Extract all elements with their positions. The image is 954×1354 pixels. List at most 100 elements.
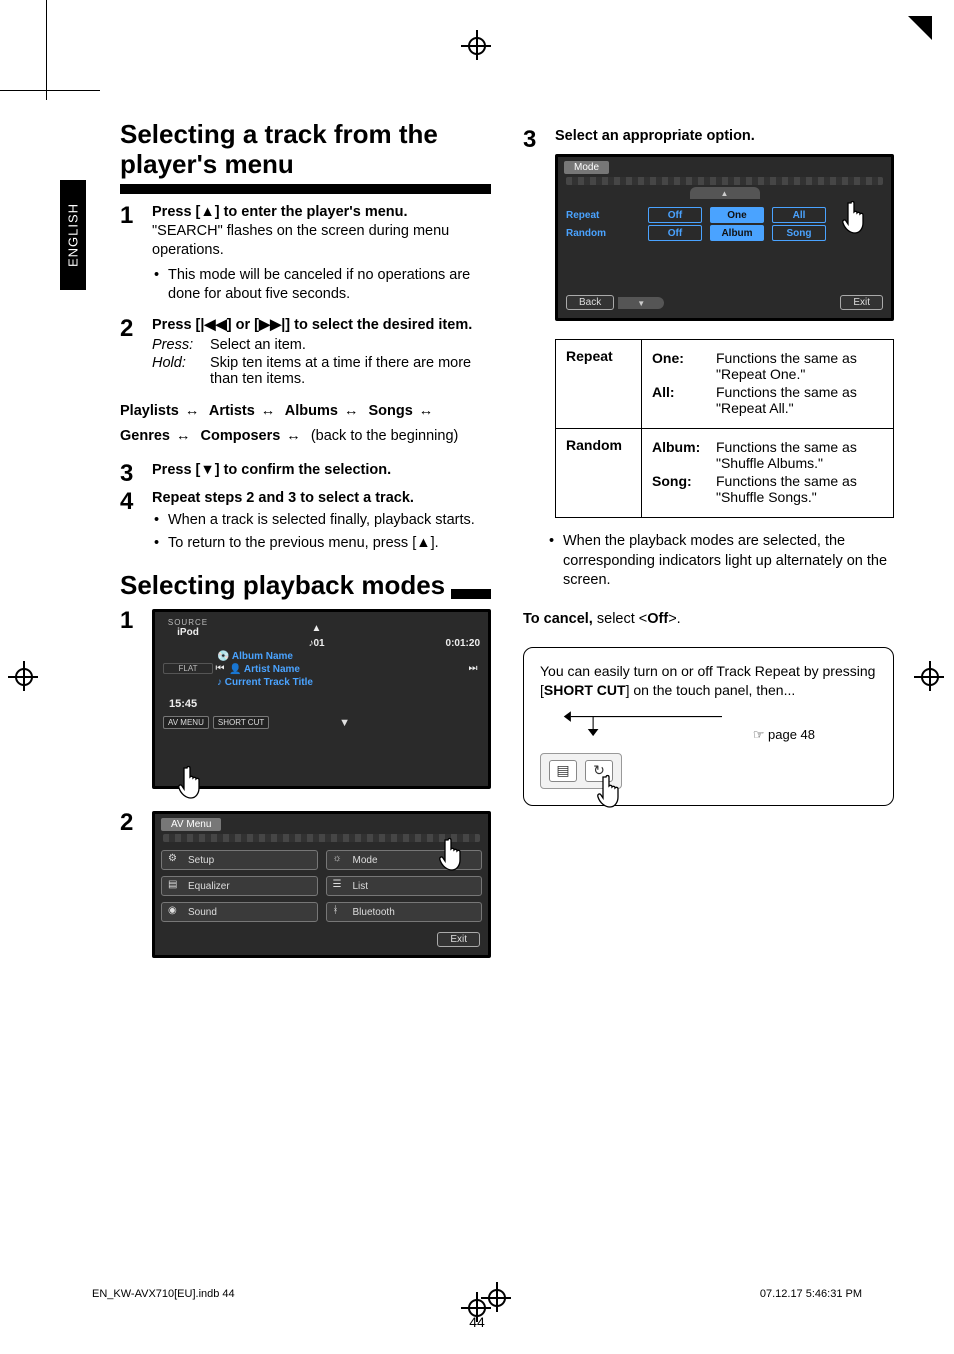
hold-text: Skip ten items at a time if there are mo… — [210, 355, 491, 387]
option-song[interactable]: Song — [772, 225, 826, 241]
crop-mark-vertical — [46, 0, 47, 100]
hold-definition: Hold:Skip ten items at a time if there a… — [152, 355, 491, 387]
av-menu-title: AV Menu — [161, 818, 221, 831]
step4-title: Repeat steps 2 and 3 to select a track. — [152, 490, 491, 506]
menu-item-sound[interactable]: ◉Sound — [161, 902, 318, 922]
registration-mark-top — [467, 36, 487, 56]
registration-mark-right — [920, 667, 940, 687]
menu-item-list[interactable]: ☰List — [326, 876, 483, 896]
footer-timestamp: 07.12.17 5:46:31 PM — [760, 1288, 862, 1308]
table-cell: Functions the same as "Repeat One." — [716, 350, 883, 382]
shortcut-button[interactable]: SHORT CUT — [213, 716, 269, 729]
step1-title: Press [▲] to enter the player's menu. — [152, 204, 491, 220]
menu-navigation-chain: Playlists↔ Artists↔ Albums↔ Songs↔ Genre… — [120, 399, 491, 448]
sound-icon: ◉ — [168, 905, 182, 919]
step2-title: Press [|◀◀] or [▶▶|] to select the desir… — [152, 317, 491, 333]
gear-icon: ⚙ — [168, 853, 182, 867]
source-label: SOURCE — [163, 618, 213, 627]
language-tab: ENGLISH — [60, 180, 86, 290]
page-reference: ☞ page 48 — [753, 726, 815, 744]
row-label-repeat: Repeat — [566, 210, 644, 221]
registration-mark-footer — [487, 1288, 507, 1308]
exit-button[interactable]: Exit — [840, 295, 883, 310]
registration-mark-left — [14, 667, 34, 687]
menu-item-equalizer[interactable]: ▤Equalizer — [161, 876, 318, 896]
page-number: 44 — [0, 1314, 954, 1330]
step4-bullet: To return to the previous menu, press [▲… — [152, 534, 491, 554]
menu-item-mode[interactable]: ☼Mode — [326, 850, 483, 870]
av-menu-button[interactable]: AV MENU — [163, 716, 209, 729]
press-definition: Press:Select an item. — [152, 337, 491, 353]
down-tab-icon[interactable] — [618, 297, 664, 309]
up-tab-icon[interactable] — [690, 187, 760, 199]
right-step3-title: Select an appropriate option. — [555, 128, 894, 144]
step-number: 3 — [120, 460, 133, 488]
touch-hand-icon — [173, 762, 213, 802]
shortcut-hint-box: You can easily turn on or off Track Repe… — [523, 647, 894, 806]
step-number: 2 — [120, 809, 133, 837]
step4-bullet: When a track is selected finally, playba… — [152, 511, 491, 531]
left-column: Selecting a track from the player's menu… — [120, 120, 491, 970]
heading-bar-icon — [120, 184, 491, 194]
step-number: 3 — [523, 126, 536, 154]
down-arrow-icon[interactable] — [339, 717, 350, 729]
player-screen[interactable]: SOURCE iPod ♪01 0:01:20 💿 Album Name — [152, 609, 491, 789]
mode-screen[interactable]: Mode Repeat Off One All — [555, 154, 894, 321]
album-name: 💿 Album Name — [217, 651, 480, 662]
hint-text: ] on the touch panel, then... — [626, 682, 796, 698]
mode-title: Mode — [564, 161, 609, 174]
source-value: iPod — [163, 627, 213, 638]
bluetooth-icon: ᚼ — [333, 905, 347, 919]
av-menu-screen[interactable]: AV Menu ⚙Setup ☼Mode ▤Equalizer ☰List ◉S… — [152, 811, 491, 958]
equalizer-icon: ▤ — [168, 879, 182, 893]
equalizer-icon[interactable]: ▤ — [549, 760, 577, 782]
step-number: 4 — [120, 488, 133, 516]
heading-bar-icon — [451, 589, 491, 599]
step1-bullet: This mode will be canceled if no operati… — [152, 266, 491, 305]
track-title: ♪ Current Track Title — [217, 677, 480, 688]
options-table: Repeat One:Functions the same as "Repeat… — [555, 339, 894, 518]
crop-mark-horizontal — [0, 90, 100, 91]
hint-shortcut-label: SHORT CUT — [544, 682, 626, 698]
up-arrow-icon[interactable] — [312, 623, 322, 634]
footer-file: EN_KW-AVX710[EU].indb 44 — [92, 1288, 235, 1308]
menu-item-setup[interactable]: ⚙Setup — [161, 850, 318, 870]
track-number: ♪01 — [213, 638, 420, 649]
row-label-random: Random — [566, 228, 644, 239]
repeat-icon[interactable]: ↻ — [585, 760, 613, 782]
elapsed-time: 0:01:20 — [420, 638, 480, 649]
table-cell: Functions the same as "Shuffle Albums." — [716, 439, 883, 471]
step-number: 1 — [120, 202, 133, 230]
right-column: 3 Select an appropriate option. Mode Rep… — [523, 120, 894, 970]
option-album[interactable]: Album — [710, 225, 764, 241]
table-cell: Functions the same as "Shuffle Songs." — [716, 473, 883, 505]
table-row-label: Repeat — [556, 340, 642, 429]
hint-arrow-icon — [562, 706, 722, 736]
press-text: Select an item. — [210, 337, 491, 353]
table-row-label: Random — [556, 429, 642, 518]
step3-title: Press [▼] to confirm the selection. — [152, 462, 491, 478]
playback-note: When the playback modes are selected, th… — [547, 532, 894, 591]
option-off[interactable]: Off — [648, 225, 702, 241]
next-track-icon[interactable]: ⏭ — [466, 663, 480, 674]
step-number: 1 — [120, 607, 133, 635]
table-cell: Functions the same as "Repeat All." — [716, 384, 883, 416]
clock: 15:45 — [169, 698, 197, 710]
menu-item-bluetooth[interactable]: ᚼBluetooth — [326, 902, 483, 922]
step1-body: "SEARCH" flashes on the screen during me… — [152, 222, 491, 261]
eq-badge: FLAT — [163, 663, 213, 674]
option-one[interactable]: One — [710, 207, 764, 223]
artist-name: 👤 Artist Name — [229, 664, 300, 675]
cancel-instruction: To cancel, select <Off>. — [523, 611, 894, 627]
exit-button[interactable]: Exit — [437, 932, 480, 947]
option-all[interactable]: All — [772, 207, 826, 223]
cut-corner-icon — [908, 16, 932, 40]
list-icon: ☰ — [333, 879, 347, 893]
section-title-playback-modes: Selecting playback modes — [120, 571, 445, 601]
step-number: 2 — [120, 315, 133, 343]
option-off[interactable]: Off — [648, 207, 702, 223]
prev-track-icon[interactable]: ⏮ — [213, 663, 227, 674]
back-button[interactable]: Back — [566, 295, 614, 310]
mode-icon: ☼ — [333, 853, 347, 867]
shortcut-toolbar: ▤ ↻ — [540, 753, 622, 789]
